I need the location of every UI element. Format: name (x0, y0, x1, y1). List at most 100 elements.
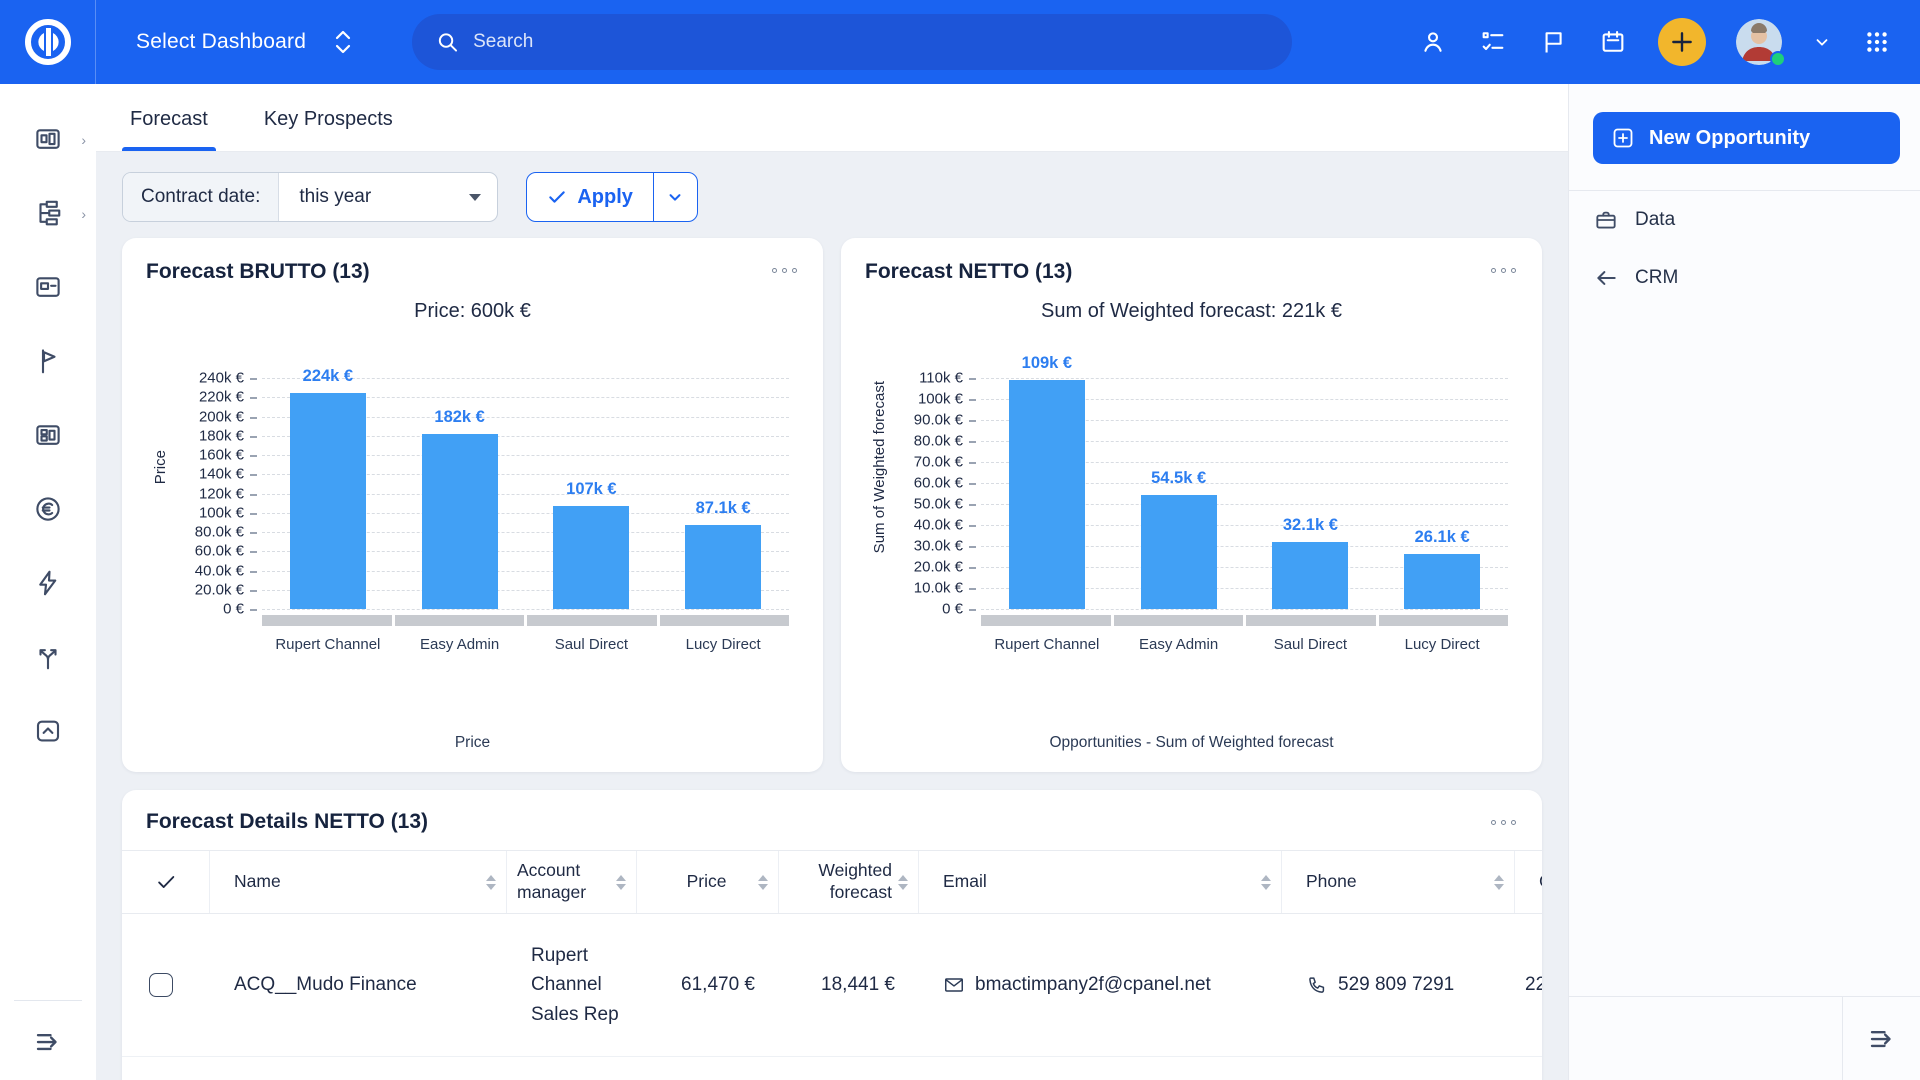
select-all-header[interactable] (122, 851, 210, 913)
presence-dot (1770, 51, 1786, 67)
tab-forecast[interactable]: Forecast (122, 108, 216, 151)
table-row[interactable]: ACQ__Mudo FinanceRupert Channel Sales Re… (122, 914, 1542, 1057)
sort-arrows-icon[interactable] (1494, 875, 1504, 890)
tick-mark (969, 483, 976, 485)
contract-date-filter: Contract date: this year (122, 172, 498, 222)
y-tick-label: 30.0k € (871, 538, 963, 555)
filter-value-dropdown[interactable]: this year (279, 173, 497, 221)
bar-value-label: 26.1k € (1372, 528, 1512, 547)
sidebar-item-hierarchy[interactable]: › (0, 176, 96, 250)
column-header-name[interactable]: Name (210, 851, 507, 913)
card-menu-icon[interactable] (1489, 812, 1518, 833)
search-icon (436, 30, 459, 54)
column-header-price[interactable]: Price (637, 851, 779, 913)
cell-phone[interactable]: 529 809 7291 (1282, 914, 1515, 1056)
apply-options-button[interactable] (653, 173, 697, 221)
column-header-cor[interactable]: Cor (1515, 851, 1542, 913)
panel-expand-button[interactable] (1842, 997, 1920, 1080)
tick-mark (250, 494, 257, 496)
panel-item-data[interactable]: Data (1569, 191, 1920, 249)
tick-mark (969, 399, 976, 401)
tasks-checklist-icon[interactable] (1478, 27, 1508, 57)
tick-mark (250, 417, 257, 419)
tick-mark (250, 513, 257, 515)
forecast-netto-card: Forecast NETTO (13) Sum of Weighted fore… (841, 238, 1542, 772)
bar-saul-direct[interactable] (553, 506, 629, 609)
logo-icon (22, 16, 74, 68)
cell-name[interactable]: ACQ__Mudo Finance (210, 914, 507, 1056)
dashboard-selector[interactable]: Select Dashboard (96, 29, 388, 55)
search-bar[interactable] (412, 14, 1292, 70)
column-header-label: Account manager (517, 860, 610, 904)
quick-add-button[interactable] (1658, 18, 1706, 66)
apply-button[interactable]: Apply (527, 173, 653, 221)
sort-arrows-icon[interactable] (486, 875, 496, 890)
tick-mark (969, 567, 976, 569)
bar-value-label: 107k € (521, 480, 661, 499)
bar-rupert-channel[interactable] (1009, 380, 1085, 609)
column-header-label: Price (687, 871, 727, 893)
bar-easy-admin[interactable] (1141, 495, 1217, 609)
avatar-chevron-down-icon[interactable] (1812, 27, 1832, 57)
y-tick-label: 10.0k € (871, 580, 963, 597)
tick-mark (969, 378, 976, 380)
bar-value-label: 54.5k € (1109, 469, 1249, 488)
sidebar-item-archive-up[interactable] (0, 694, 96, 768)
sort-arrows-icon[interactable] (758, 875, 768, 890)
chevron-right-icon: › (81, 206, 86, 222)
app-logo[interactable] (0, 0, 96, 84)
column-header-phone[interactable]: Phone (1282, 851, 1515, 913)
cell-email[interactable] (919, 1057, 1282, 1080)
search-input[interactable] (473, 31, 1268, 53)
new-opportunity-button[interactable]: New Opportunity (1593, 112, 1900, 164)
bar-chart: Sum of Weighted forecast 110k €100k €90.… (865, 351, 1518, 653)
cell-name[interactable] (210, 1057, 507, 1080)
sidebar-item-dashboards[interactable]: › (0, 102, 96, 176)
briefcase-icon (1593, 207, 1619, 233)
row-checkbox[interactable] (149, 973, 173, 997)
panel-item-crm[interactable]: CRM (1569, 249, 1920, 307)
bar-easy-admin[interactable] (422, 434, 498, 609)
table-row[interactable]: Rupert Channel Sales Rep (122, 1057, 1542, 1080)
tick-mark (250, 571, 257, 573)
gridline (981, 378, 1508, 379)
check-icon (547, 187, 567, 207)
apply-button-label: Apply (577, 186, 633, 209)
sidebar-item-dashboard-alt[interactable] (0, 398, 96, 472)
sort-arrows-icon[interactable] (1261, 875, 1271, 890)
card-menu-icon[interactable] (770, 260, 799, 281)
top-bar: Select Dashboard (0, 0, 1920, 84)
user-avatar[interactable] (1736, 19, 1782, 65)
sidebar-item-card-view[interactable] (0, 250, 96, 324)
y-tick-label: 60.0k € (871, 475, 963, 492)
sort-arrows-icon[interactable] (616, 875, 626, 890)
sidebar-item-split-arrows[interactable] (0, 620, 96, 694)
card-menu-icon[interactable] (1489, 260, 1518, 281)
flags-icon[interactable] (1538, 27, 1568, 57)
cell-weighted-forecast (779, 1057, 919, 1080)
sidebar-item-lightning[interactable] (0, 546, 96, 620)
column-header-weighted-forecast[interactable]: Weighted forecast (779, 851, 919, 913)
bar-saul-direct[interactable] (1272, 542, 1348, 609)
cell-email[interactable]: bmactimpany2f@cpanel.net (919, 914, 1282, 1056)
expand-right-icon (1865, 1024, 1899, 1054)
apps-grid-icon[interactable] (1862, 27, 1892, 57)
cell-phone[interactable] (1282, 1057, 1515, 1080)
tick-mark (969, 546, 976, 548)
contacts-icon[interactable] (1418, 27, 1448, 57)
calendar-icon[interactable] (1598, 27, 1628, 57)
sidebar-item-flag[interactable] (0, 324, 96, 398)
category-axis-band (981, 615, 1508, 626)
sidebar-expand-button[interactable] (31, 1027, 65, 1062)
tab-key-prospects[interactable]: Key Prospects (256, 108, 401, 151)
y-tick-label: 240k € (152, 370, 244, 387)
bar-value-label: 87.1k € (653, 499, 793, 518)
column-header-email[interactable]: Email (919, 851, 1282, 913)
column-header-account-manager[interactable]: Account manager (507, 851, 637, 913)
email-icon (943, 974, 965, 996)
bar-rupert-channel[interactable] (290, 393, 366, 609)
sidebar-item-euro[interactable] (0, 472, 96, 546)
bar-lucy-direct[interactable] (685, 525, 761, 609)
bar-lucy-direct[interactable] (1404, 554, 1480, 609)
sort-arrows-icon[interactable] (898, 875, 908, 890)
